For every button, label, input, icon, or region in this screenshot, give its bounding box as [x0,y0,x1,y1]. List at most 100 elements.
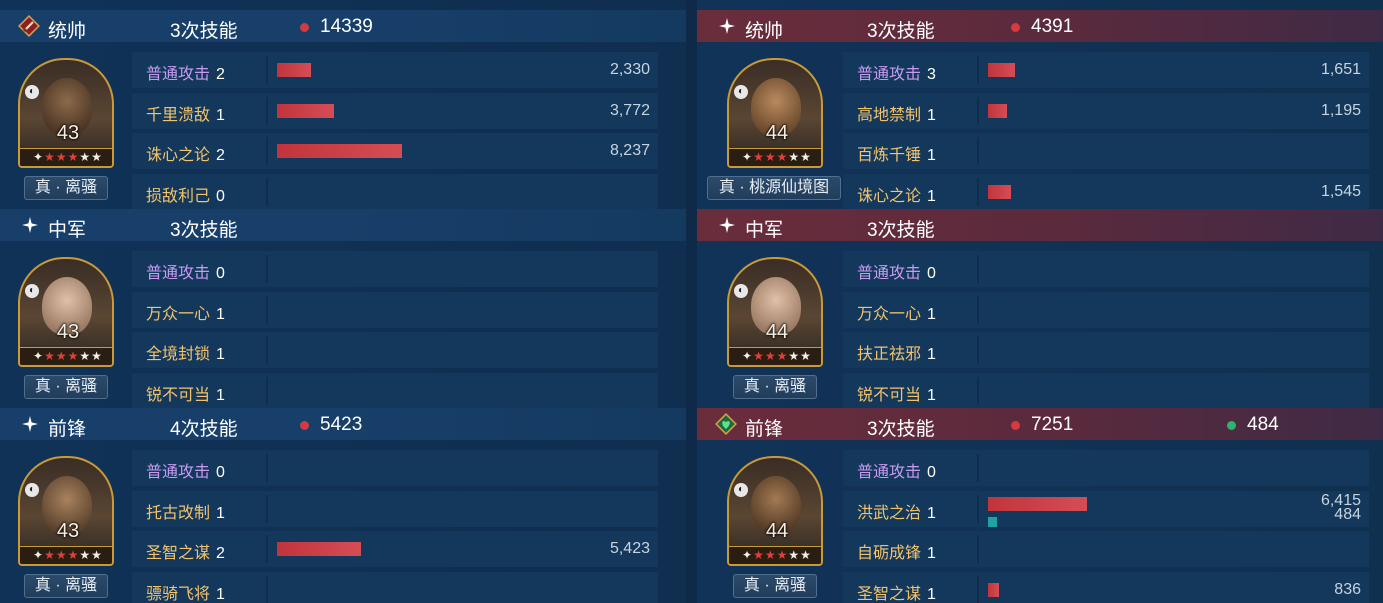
damage-bar [988,63,1015,77]
skill-row[interactable]: 全境封锁 1 [132,332,658,368]
skill-row[interactable]: 万众一心 1 [843,292,1369,328]
star-icon: ★ [776,349,789,363]
skill-cast-count: 3次技能 [867,220,935,241]
skill-title: 普通攻击 [857,464,922,481]
heal-total: 484 [1227,414,1279,436]
skill-level: 0 [216,265,225,282]
equipped-treasure-label[interactable]: 真 · 离骚 [733,574,817,598]
skill-row[interactable]: 普通攻击 2 2,330 [132,52,658,88]
skill-level: 1 [927,387,936,404]
skill-row[interactable]: 百炼千锤 1 [843,133,1369,169]
sparkle-icon [22,217,38,233]
skill-name: 自砺成锋 1 [857,539,936,563]
heal-bar [988,517,997,527]
skill-row[interactable]: 圣智之谋 1 836 [843,572,1369,603]
skill-title: 锐不可当 [857,387,922,404]
skill-row[interactable]: 洪武之治 1 6,415 484 [843,491,1369,527]
equipped-treasure-label[interactable]: 真 · 离骚 [24,574,108,598]
skill-name: 诛心之论 1 [857,182,936,206]
star-icon: ★ [764,150,777,164]
equipped-treasure-label[interactable]: 真 · 桃源仙境图 [707,176,841,200]
equipped-treasure-label[interactable]: 真 · 离骚 [24,176,108,200]
damage-bar [988,583,999,597]
skill-title: 普通攻击 [857,265,922,282]
star-icon: ★ [44,150,56,164]
skill-name: 普通攻击 0 [146,458,225,482]
skill-row[interactable]: 普通攻击 0 [843,450,1369,486]
row-divider [266,137,268,165]
skill-level: 0 [216,188,225,205]
skill-row[interactable]: 普通攻击 0 [132,450,658,486]
skill-row[interactable]: 圣智之谋 2 5,423 [132,531,658,567]
star-icon: ★ [788,548,801,562]
star-icon: ★ [79,548,92,562]
sparkle-icon [719,217,735,233]
hero-portrait[interactable]: ◐ 44 ✦★★★★★ [727,456,823,566]
skill-heal-value: 484 [1334,506,1361,523]
equipped-treasure-label[interactable]: 真 · 离骚 [24,375,108,399]
skill-title: 普通攻击 [146,66,211,83]
row-divider [266,56,268,84]
skill-row[interactable]: 诛心之论 1 1,545 [843,174,1369,210]
star-rating: ✦★★★★★ [20,546,112,564]
skill-row[interactable]: 托古改制 1 [132,491,658,527]
star-icon: ★ [55,349,68,363]
row-divider [266,495,268,523]
sparkle-icon: ✦ [742,150,754,164]
skill-name: 损敌利己 0 [146,182,225,206]
skill-row[interactable]: 万众一心 1 [132,292,658,328]
hero-portrait[interactable]: ◐ 44 ✦★★★★★ [727,58,823,168]
skill-name: 普通攻击 3 [857,60,936,84]
skill-row[interactable]: 损敌利己 0 [132,174,658,210]
sparkle-icon: ✦ [33,548,45,562]
skill-row[interactable]: 自砺成锋 1 [843,531,1369,567]
skill-row[interactable]: 普通攻击 0 [132,251,658,287]
skill-row[interactable]: 诛心之论 2 8,237 [132,133,658,169]
skill-name: 高地禁制 1 [857,101,936,125]
star-icon: ★ [800,349,812,363]
skill-title: 千里溃敌 [146,107,211,124]
hero-portrait[interactable]: ◐ 43 ✦★★★★★ [18,58,114,168]
skill-title: 诛心之论 [857,188,922,205]
skill-level: 1 [216,306,225,323]
damage-dot-icon [1011,22,1020,32]
hero-portrait[interactable]: ◐ 43 ✦★★★★★ [18,257,114,367]
skill-row[interactable]: 普通攻击 0 [843,251,1369,287]
skill-row[interactable]: 骠骑飞将 1 [132,572,658,603]
star-icon: ★ [764,349,777,363]
skill-title: 损敌利己 [146,188,211,205]
skill-damage-value: 8,237 [609,142,650,159]
damage-total: 14339 [300,16,373,38]
skill-name: 万众一心 1 [146,300,225,324]
skill-row[interactable]: 千里溃敌 1 3,772 [132,93,658,129]
damage-total: 4391 [1011,16,1073,38]
row-divider [977,495,979,523]
skill-title: 圣智之谋 [857,586,922,603]
damage-total: 7251 [1011,414,1073,436]
hero-portrait[interactable]: ◐ 44 ✦★★★★★ [727,257,823,367]
star-rating: ✦★★★★★ [20,347,112,365]
skill-name: 托古改制 1 [146,499,225,523]
row-divider [977,296,979,324]
star-rating: ✦★★★★★ [729,546,821,564]
star-icon: ★ [55,150,68,164]
skill-row[interactable]: 锐不可当 1 [843,373,1369,409]
skill-cast-count: 3次技能 [170,21,238,42]
skill-level: 1 [927,107,936,124]
skill-level: 0 [927,265,936,282]
skill-name: 普通攻击 0 [146,259,225,283]
skill-level: 1 [927,306,936,323]
heal-value: 484 [1247,414,1279,435]
skill-title: 扶正祛邪 [857,346,922,363]
star-icon: ★ [764,548,777,562]
skill-name: 诛心之论 2 [146,141,225,165]
skill-title: 全境封锁 [146,346,211,363]
skill-name: 圣智之谋 1 [857,580,936,603]
skill-row[interactable]: 锐不可当 1 [132,373,658,409]
equipped-treasure-label[interactable]: 真 · 离骚 [733,375,817,399]
hero-portrait[interactable]: ◐ 43 ✦★★★★★ [18,456,114,566]
skill-row[interactable]: 高地禁制 1 1,195 [843,93,1369,129]
skill-row[interactable]: 普通攻击 3 1,651 [843,52,1369,88]
skill-row[interactable]: 扶正祛邪 1 [843,332,1369,368]
row-divider [266,535,268,563]
